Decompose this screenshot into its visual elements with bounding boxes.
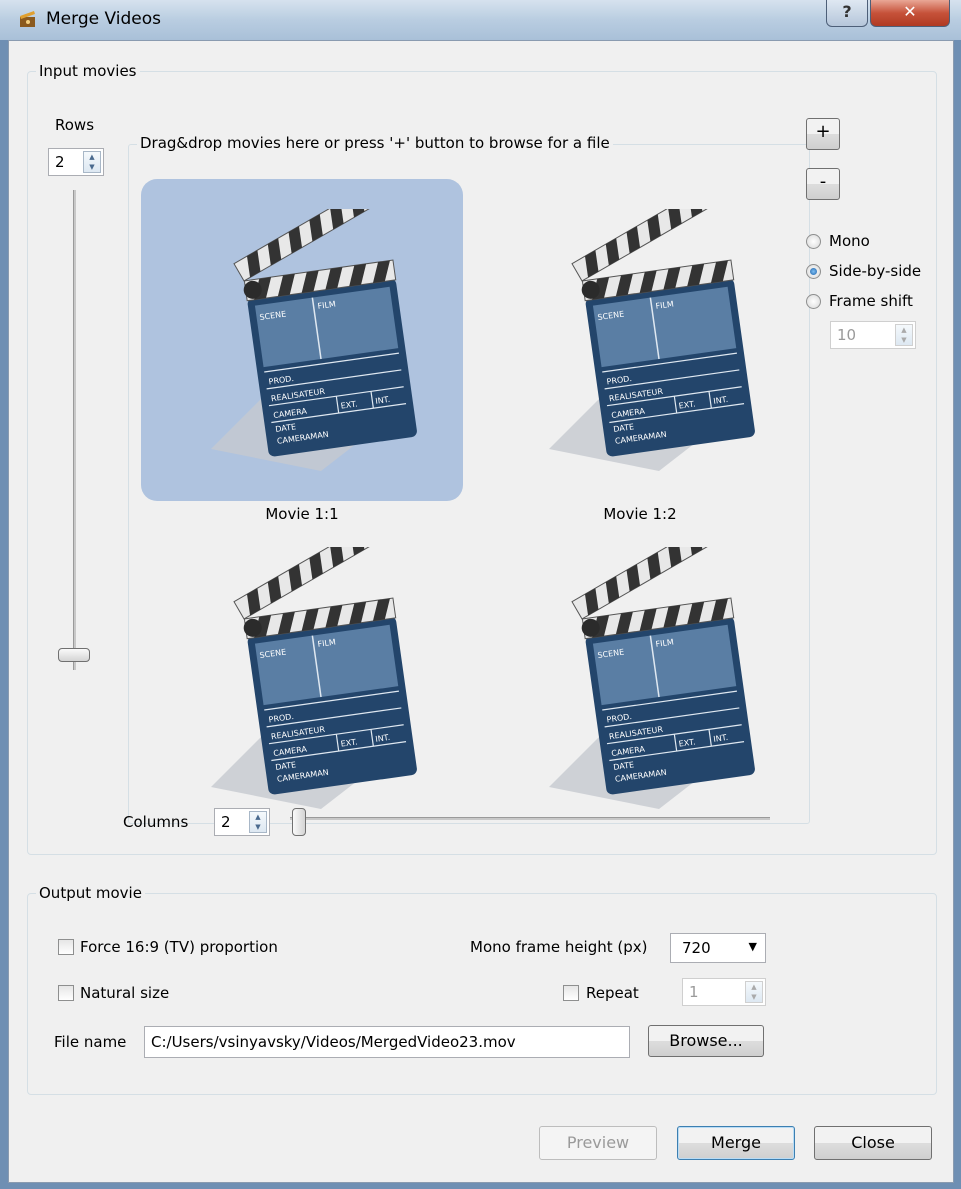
columns-slider-thumb[interactable]: [292, 808, 306, 836]
spin-up-icon[interactable]: ▲: [746, 982, 762, 992]
browse-button[interactable]: Browse...: [648, 1025, 764, 1057]
clapperboard-icon: SCENE FILM PROD. REALISATEUR CAMERA EXT.…: [549, 547, 755, 809]
preview-button[interactable]: Preview: [539, 1126, 657, 1160]
input-movies-title: Input movies: [36, 62, 140, 80]
repeat-value: 1: [689, 983, 699, 1001]
spin-up-icon[interactable]: ▲: [250, 812, 266, 822]
dialog-body: Input movies Rows 2 ▲ ▼ Drag&drop movies …: [8, 40, 954, 1183]
spin-down-icon[interactable]: ▼: [896, 335, 912, 345]
movie-tile-1-1[interactable]: SCENE FILM PROD. REALISATEUR CAMERA EXT.…: [141, 179, 463, 501]
columns-value: 2: [221, 813, 231, 831]
clapperboard-app-icon: [20, 11, 35, 27]
movie-tile-1-2[interactable]: SCENE FILM PROD. REALISATEUR CAMERA EXT.…: [479, 179, 801, 501]
add-movie-button[interactable]: +: [806, 118, 840, 150]
spin-down-icon[interactable]: ▼: [746, 992, 762, 1002]
natural-size-label: Natural size: [80, 984, 170, 1002]
natural-size-checkbox[interactable]: [58, 985, 74, 1001]
movie-tile-2-2[interactable]: SCENE FILM PROD. REALISATEUR CAMERA EXT.…: [479, 517, 801, 839]
frame-shift-spinbox[interactable]: 10 ▲ ▼: [830, 321, 916, 349]
mono-radio[interactable]: [806, 234, 821, 249]
columns-spinbox[interactable]: 2 ▲ ▼: [214, 808, 270, 836]
remove-movie-button[interactable]: -: [806, 168, 840, 200]
window-title: Merge Videos: [46, 9, 161, 29]
frame-shift-radio[interactable]: [806, 294, 821, 309]
rows-spinbox[interactable]: 2 ▲ ▼: [48, 148, 104, 176]
input-movies-group: Input movies Rows 2 ▲ ▼ Drag&drop movies …: [27, 62, 937, 855]
output-movie-group: Output movie Force 16:9 (TV) proportion …: [27, 884, 937, 1095]
repeat-checkbox[interactable]: [563, 985, 579, 1001]
frame-shift-spin-arrows[interactable]: ▲ ▼: [895, 324, 913, 346]
dropzone-title: Drag&drop movies here or press '+' butto…: [137, 134, 613, 152]
dropdown-arrow-icon[interactable]: ▼: [749, 940, 757, 953]
mono-label: Mono: [829, 232, 870, 250]
clapperboard-icon: SCENE FILM PROD. REALISATEUR CAMERA EXT.…: [211, 547, 417, 809]
mono-height-label: Mono frame height (px): [470, 938, 648, 956]
rows-value: 2: [55, 153, 65, 171]
movie-tile-2-1[interactable]: SCENE FILM PROD. REALISATEUR CAMERA EXT.…: [141, 517, 463, 839]
merge-button[interactable]: Merge: [677, 1126, 795, 1160]
filename-label: File name: [54, 1033, 127, 1051]
side-by-side-radio[interactable]: [806, 264, 821, 279]
spin-up-icon[interactable]: ▲: [84, 152, 100, 162]
spin-up-icon[interactable]: ▲: [896, 325, 912, 335]
columns-slider-track[interactable]: [290, 817, 770, 820]
movie-dropzone[interactable]: Drag&drop movies here or press '+' butto…: [128, 134, 810, 824]
output-movie-title: Output movie: [36, 884, 145, 902]
columns-label: Columns: [123, 813, 189, 831]
repeat-spinbox[interactable]: 1 ▲ ▼: [682, 978, 766, 1006]
frame-shift-value: 10: [837, 326, 857, 344]
spin-down-icon[interactable]: ▼: [250, 822, 266, 832]
window-close-button[interactable]: ✕: [870, 0, 950, 27]
rows-slider-thumb[interactable]: [58, 648, 90, 662]
help-button[interactable]: ?: [826, 0, 868, 27]
filename-input[interactable]: C:/Users/vsinyavsky/Videos/MergedVideo23…: [144, 1026, 630, 1058]
columns-spin-arrows[interactable]: ▲ ▼: [249, 811, 267, 833]
rows-spin-arrows[interactable]: ▲ ▼: [83, 151, 101, 173]
force-169-label: Force 16:9 (TV) proportion: [80, 938, 278, 956]
merge-videos-window: Merge Videos ? ✕ Input movies Rows 2 ▲ ▼ …: [0, 0, 961, 1189]
clapperboard-icon: SCENE FILM PROD. REALISATEUR CAMERA EXT.…: [211, 209, 417, 471]
mono-height-value: 720: [682, 939, 711, 957]
close-button[interactable]: Close: [814, 1126, 932, 1160]
mono-height-dropdown[interactable]: 720 ▼: [670, 933, 766, 963]
repeat-spin-arrows[interactable]: ▲ ▼: [745, 981, 763, 1003]
frame-shift-label: Frame shift: [829, 292, 913, 310]
title-bar[interactable]: Merge Videos ? ✕: [0, 0, 961, 40]
force-169-checkbox[interactable]: [58, 939, 74, 955]
spin-down-icon[interactable]: ▼: [84, 162, 100, 172]
clapperboard-icon: SCENE FILM PROD. REALISATEUR CAMERA EXT.…: [549, 209, 755, 471]
side-by-side-label: Side-by-side: [829, 262, 922, 280]
repeat-label: Repeat: [586, 984, 639, 1002]
rows-slider-track[interactable]: [73, 190, 76, 670]
rows-label: Rows: [55, 116, 95, 134]
